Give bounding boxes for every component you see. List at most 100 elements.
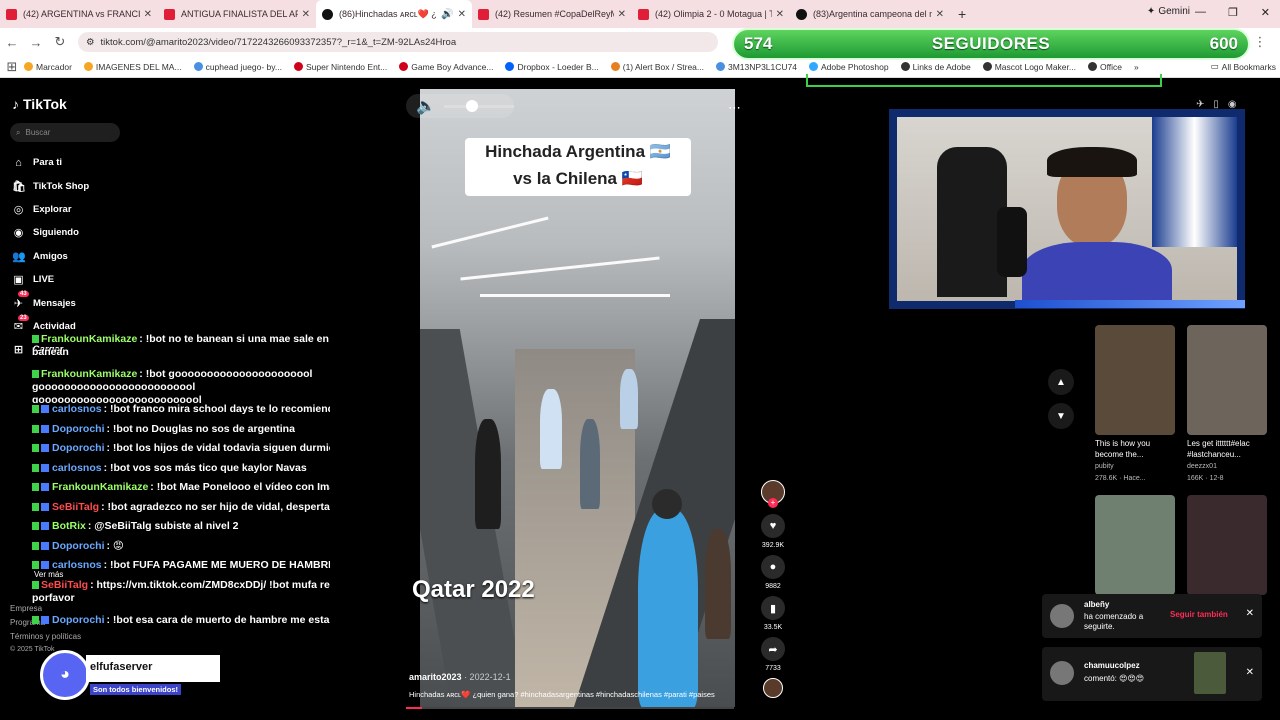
- volume-icon[interactable]: 🔈: [416, 96, 436, 116]
- volume-control[interactable]: 🔈: [406, 94, 514, 118]
- close-tab-icon[interactable]: ✕: [776, 9, 784, 20]
- sidebar-item-amigos[interactable]: 👥 Amigos: [12, 245, 89, 268]
- copyright: © 2025 TikTok: [10, 646, 55, 653]
- discord-server-name: elfufaserver: [86, 655, 220, 682]
- creator-avatar[interactable]: +: [760, 480, 786, 508]
- bookmark[interactable]: IMAGENES DEL MA...: [83, 62, 182, 72]
- bookmark[interactable]: Dropbox - Loeder B...: [505, 62, 599, 72]
- browser-tab-active[interactable]: (86)Hinchadas ᴀʀᴄʟ❤️ ¿qui🔊✕: [316, 0, 472, 28]
- video-thumbnail[interactable]: [1095, 325, 1175, 435]
- volume-knob[interactable]: [465, 99, 478, 112]
- browser-tab[interactable]: (83)Argentina campeona del m ✕: [790, 0, 950, 28]
- previous-video-button[interactable]: ▲: [1048, 369, 1074, 395]
- fan-figure: [652, 489, 682, 519]
- all-bookmarks-button[interactable]: ▭ All Bookmarks: [1211, 61, 1276, 72]
- footer-link[interactable]: Términos y políticas: [10, 632, 81, 641]
- video-thumbnail[interactable]: [1187, 495, 1267, 595]
- follower-count: 574: [744, 34, 773, 53]
- bot-badge-icon: [32, 615, 39, 624]
- chat-message: SeBiiTalg: https://vm.tiktok.com/ZMD8cxD…: [32, 578, 330, 604]
- sidebar-item-para-ti[interactable]: ⌂ Para ti: [12, 151, 89, 174]
- bookmark-icon: [1087, 62, 1097, 71]
- video-author[interactable]: amarito2023 · 2022-12-1: [409, 672, 511, 682]
- video-progress[interactable]: [406, 707, 734, 709]
- bookmark[interactable]: (1) Alert Box / Strea...: [610, 62, 704, 72]
- follow-back-button[interactable]: Seguir también: [1170, 610, 1228, 619]
- sound-avatar[interactable]: [760, 678, 786, 698]
- browser-tab[interactable]: (42) Olimpia 2 - 0 Motagua | Tr ✕: [632, 0, 790, 28]
- bookmark[interactable]: 3M13NP3L1CU74: [716, 62, 797, 72]
- video-thumbnail[interactable]: [1187, 325, 1267, 435]
- browser-tab[interactable]: (42) ARGENTINA vs FRANCIA 🏆✕: [0, 0, 158, 28]
- avatar[interactable]: [1050, 604, 1074, 628]
- send-icon[interactable]: ✈: [1196, 99, 1204, 110]
- close-icon[interactable]: ✕: [1246, 667, 1254, 678]
- close-icon[interactable]: ✕: [1246, 608, 1254, 619]
- sidebar-item-explorar[interactable]: ◎ Explorar: [12, 198, 89, 221]
- apps-icon[interactable]: ⊞: [0, 59, 24, 75]
- follower-goal: 600: [1209, 34, 1238, 53]
- thumbnail-caption[interactable]: Les get itttttt#elac #lastchanceu...: [1187, 438, 1273, 460]
- volume-slider[interactable]: [443, 99, 514, 112]
- minimize-button[interactable]: —: [1195, 6, 1206, 18]
- sidebar-item-siguiendo[interactable]: ◉ Siguiendo: [12, 221, 89, 244]
- close-tab-icon[interactable]: ✕: [302, 9, 310, 20]
- inbox-icon[interactable]: ▯: [1213, 99, 1219, 110]
- sidebar-item-shop[interactable]: 🛍 TikTok Shop: [12, 174, 89, 197]
- following-icon: ◉: [13, 227, 24, 240]
- music-disc-icon[interactable]: [763, 678, 783, 698]
- avatar[interactable]: [1050, 661, 1074, 685]
- video-thumbnail[interactable]: [1194, 652, 1226, 694]
- sub-badge-icon: [41, 444, 49, 453]
- comment-button[interactable]: ● 9882: [760, 555, 786, 590]
- bookmark[interactable]: Links de Adobe: [900, 62, 971, 72]
- video-thumbnail[interactable]: [1095, 495, 1175, 595]
- next-video-button[interactable]: ▼: [1048, 403, 1074, 429]
- address-bar[interactable]: ⚙ tiktok.com/@amarito2023/video/717224326…: [78, 32, 718, 52]
- menu-icon[interactable]: ⋮: [1248, 34, 1272, 50]
- reload-icon[interactable]: ↻: [48, 34, 72, 50]
- close-tab-icon[interactable]: ✕: [458, 9, 466, 20]
- profile-icon[interactable]: ◉: [1228, 99, 1237, 110]
- tiktok-logo[interactable]: ♪ TikTok: [12, 96, 67, 112]
- thumbnail-author[interactable]: pubity: [1095, 463, 1114, 470]
- close-tab-icon[interactable]: ✕: [936, 9, 944, 20]
- bookmark[interactable]: cuphead juego- by...: [193, 62, 282, 72]
- bookmark-icon: [716, 62, 725, 71]
- close-tab-icon[interactable]: ✕: [144, 9, 152, 20]
- bookmark[interactable]: Mascot Logo Maker...: [982, 62, 1076, 72]
- thumbnail-caption[interactable]: This is how you become the...: [1095, 438, 1177, 460]
- messages-badge: 43: [18, 291, 29, 298]
- forward-icon[interactable]: →: [24, 35, 48, 50]
- gemini-button[interactable]: ✦ Gemini: [1147, 6, 1190, 17]
- bookmark[interactable]: Office: [1087, 62, 1122, 72]
- browser-tab[interactable]: ANTIGUA FINALISTA DEL APER✕: [158, 0, 316, 28]
- browser-tab[interactable]: (42) Resumen #CopaDelReyMA ✕: [472, 0, 632, 28]
- bookmark[interactable]: Game Boy Advance...: [399, 62, 493, 72]
- sidebar-item-mensajes[interactable]: ✈ 43 Mensajes: [12, 291, 89, 314]
- close-tab-icon[interactable]: ✕: [618, 9, 626, 20]
- back-icon[interactable]: ←: [0, 35, 24, 50]
- bookmark[interactable]: Super Nintendo Ent...: [293, 62, 387, 72]
- maximize-button[interactable]: ❐: [1228, 6, 1238, 19]
- follow-plus-icon[interactable]: +: [768, 498, 778, 508]
- action-column: + ♥ 392.9K ● 9882 ▮ 33.5K ➦ 7733: [760, 480, 786, 704]
- more-options-icon[interactable]: ⋯: [728, 100, 741, 116]
- close-window-button[interactable]: ✕: [1261, 6, 1270, 19]
- speaker-icon[interactable]: 🔊: [441, 9, 453, 20]
- save-button[interactable]: ▮ 33.5K: [760, 596, 786, 631]
- share-button[interactable]: ➦ 7733: [760, 637, 786, 672]
- thumbnail-author[interactable]: deezzx01: [1187, 463, 1217, 470]
- site-info-icon[interactable]: ⚙: [86, 37, 95, 48]
- more-bookmarks-button[interactable]: »: [1134, 62, 1139, 72]
- sidebar-nav: ⌂ Para ti 🛍 TikTok Shop ◎ Explorar ◉ Siguien…: [12, 151, 89, 362]
- ceiling-light: [480, 294, 670, 297]
- bookmark[interactable]: Adobe Photoshop: [808, 62, 889, 72]
- sidebar-item-live[interactable]: ▣ LIVE: [12, 268, 89, 291]
- new-tab-button[interactable]: +: [958, 6, 966, 22]
- search-input[interactable]: ⌕ Buscar: [10, 123, 120, 142]
- bot-badge-icon: [32, 483, 39, 492]
- bookmark[interactable]: Marcador: [24, 62, 72, 72]
- bookmark-icon: [193, 62, 203, 71]
- like-button[interactable]: ♥ 392.9K: [760, 514, 786, 549]
